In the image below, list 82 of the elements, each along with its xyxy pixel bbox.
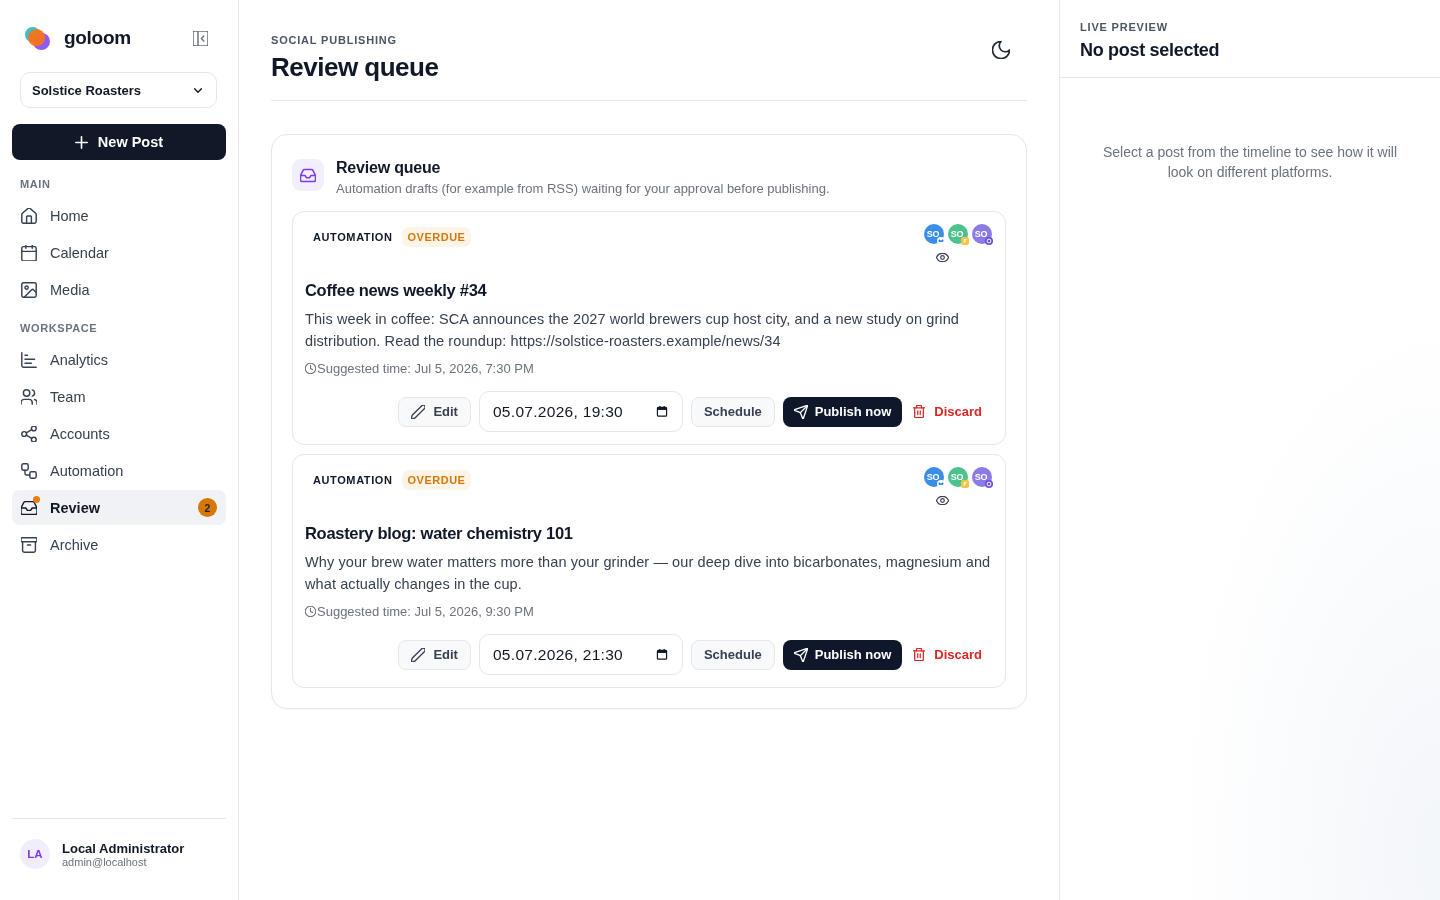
section-label: WORKSPACE (20, 322, 99, 334)
suggested-time: Suggested time: Jul 5, 2026, 7:30 PM (317, 361, 534, 376)
discard-button[interactable]: Discard (910, 396, 993, 427)
post-body: Why your brew water matters more than your grinder — our deep dive into bicarbonates, magnesium and what actually changes in the cup. (305, 553, 992, 594)
home-icon (21, 207, 37, 224)
new-post-button[interactable]: New Post (12, 124, 226, 160)
page-title: Review queue (271, 52, 439, 82)
archive-icon (21, 536, 37, 553)
user-name: Local Administrator (62, 840, 185, 856)
eye-icon (936, 253, 949, 262)
butterfly-badge-icon (937, 237, 945, 245)
queue-title: Review queue (336, 158, 442, 178)
post-body: This week in coffee: SCA announces the 2027 world brewers cup host city, and a new study on grind distribution. Read the roundup: https://solstice-roasters.example/news/34 (305, 310, 960, 351)
send-icon (793, 404, 808, 419)
logo-icon (24, 25, 51, 51)
share-icon (21, 425, 37, 442)
nav-item[interactable]: Team (12, 379, 226, 414)
panel-left-icon (193, 30, 208, 46)
organization-select[interactable]: Solstice Roasters (20, 72, 217, 108)
post-title: Roastery blog: water chemistry 101 (305, 523, 574, 544)
schedule-button[interactable]: Schedule (690, 639, 775, 670)
workflow-icon (21, 462, 37, 479)
calendar-icon[interactable] (655, 649, 668, 660)
square-badge-icon (961, 237, 969, 245)
nav-item[interactable]: Accounts (12, 416, 226, 451)
edit-button[interactable]: Edit (398, 639, 471, 670)
count-badge: 2 (198, 498, 217, 517)
user-avatar: LA (20, 839, 50, 869)
pencil-icon (411, 404, 426, 419)
page-eyebrow: SOCIAL PUBLISHING (271, 34, 398, 46)
nav-item[interactable]: Calendar (12, 235, 226, 270)
panel-eyebrow: LIVE PREVIEW (1080, 21, 1169, 33)
publish-now-button[interactable]: Publish now (782, 396, 903, 427)
calendar-icon (21, 244, 37, 261)
user-email: admin@localhost (62, 855, 148, 868)
image-icon (21, 281, 37, 298)
ring-badge-icon (985, 480, 993, 488)
square-badge-icon (961, 480, 969, 488)
bar-chart-icon (21, 351, 37, 368)
status-badge: OVERDUE (401, 227, 472, 247)
preview-button[interactable] (936, 496, 949, 505)
nav-item[interactable]: Review 2 (12, 490, 226, 525)
date-time-field[interactable]: 05.07.2026, 21:30 (478, 634, 683, 675)
nav-item[interactable]: Home (12, 198, 226, 233)
nav-item[interactable]: Media (12, 272, 226, 307)
send-icon (793, 647, 808, 662)
trash-icon (913, 648, 926, 661)
ring-badge-icon (985, 237, 993, 245)
trash-icon (913, 405, 926, 418)
source-tag: AUTOMATION (305, 227, 401, 247)
brand-name: goloom (64, 27, 132, 49)
theme-toggle-button[interactable] (992, 41, 1010, 59)
date-time-field[interactable]: 05.07.2026, 19:30 (478, 391, 683, 432)
empty-state-message: Select a post from the timeline to see how it will look on different platforms. (1101, 143, 1399, 182)
inbox-icon (21, 499, 37, 516)
schedule-button[interactable]: Schedule (690, 396, 775, 427)
moon-icon (992, 41, 1010, 59)
eye-icon (936, 496, 949, 505)
panel-title: No post selected (1080, 40, 1221, 61)
plus-icon (74, 135, 88, 149)
queue-description: Automation drafts (for example from RSS) waiting for your approval before publishing. (336, 181, 830, 196)
chevron-down-icon (194, 87, 202, 93)
nav-item[interactable]: Archive (12, 527, 226, 562)
discard-button[interactable]: Discard (910, 639, 993, 670)
section-label: MAIN (20, 178, 52, 190)
inbox-icon (292, 159, 324, 191)
calendar-icon[interactable] (655, 406, 668, 417)
nav-item[interactable]: Analytics (12, 342, 226, 377)
clock-icon (305, 363, 316, 374)
source-tag: AUTOMATION (305, 470, 401, 490)
publish-now-button[interactable]: Publish now (782, 639, 903, 670)
pencil-icon (411, 647, 426, 662)
butterfly-badge-icon (937, 480, 945, 488)
clock-icon (305, 606, 316, 617)
edit-button[interactable]: Edit (398, 396, 471, 427)
users-icon (21, 388, 37, 405)
preview-button[interactable] (936, 253, 949, 262)
status-badge: OVERDUE (401, 470, 472, 490)
post-title: Coffee news weekly #34 (305, 280, 488, 301)
nav-item[interactable]: Automation (12, 453, 226, 488)
collapse-sidebar-button[interactable] (193, 30, 208, 46)
suggested-time: Suggested time: Jul 5, 2026, 9:30 PM (317, 604, 534, 619)
